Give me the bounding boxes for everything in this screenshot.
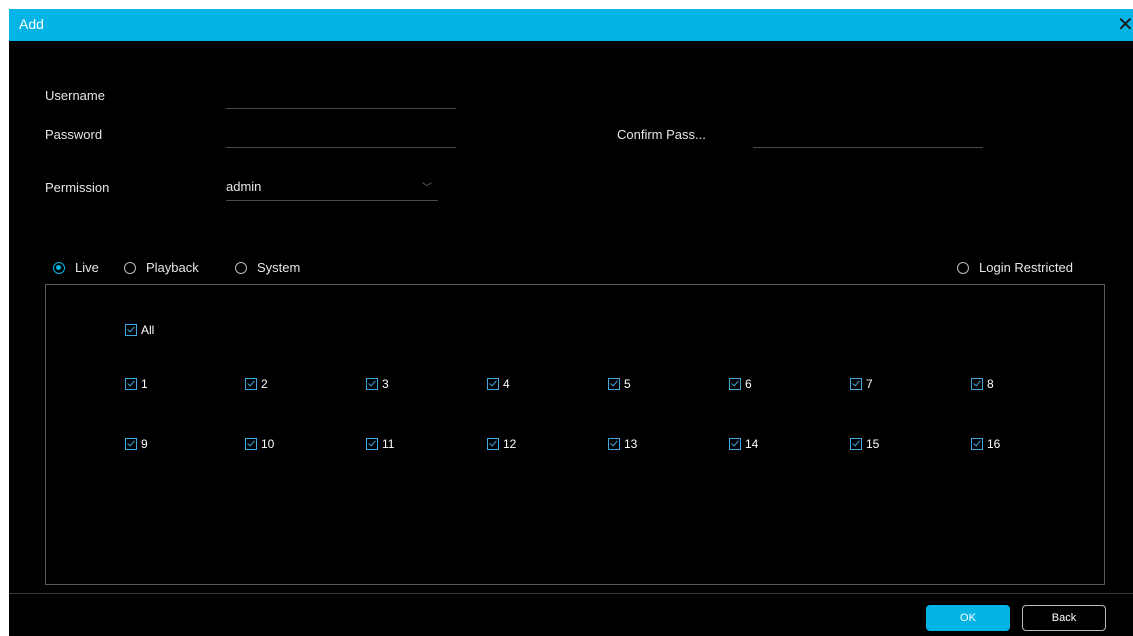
channel-checkbox-2[interactable]: 2 [245,377,268,391]
channel-checkbox-8[interactable]: 8 [971,377,994,391]
dialog-title: Add [19,16,44,32]
password-field[interactable] [226,123,456,148]
radio-selected-icon [53,261,65,274]
password-input[interactable] [226,123,456,147]
checkbox-checked-icon [850,438,862,450]
close-icon[interactable]: ✕ [1117,15,1133,35]
permission-value: admin [226,179,262,194]
confirm-password-input[interactable] [753,123,983,147]
confirm-password-field[interactable] [753,123,983,148]
channel-checkbox-11[interactable]: 11 [366,437,394,451]
confirm-password-label: Confirm Pass... [617,127,706,142]
login-restricted-label: Login Restricted [979,260,1073,275]
channel-checkbox-13[interactable]: 13 [608,437,637,451]
channel-checkbox-10[interactable]: 10 [245,437,274,451]
channel-label: 15 [866,437,880,451]
password-label: Password [45,127,103,142]
window-left-edge [0,0,9,636]
channel-checkbox-3[interactable]: 3 [366,377,389,391]
tab-playback[interactable]: Playback [124,260,199,275]
channel-label: 3 [382,377,389,391]
channel-label: 5 [624,377,631,391]
channel-label: 8 [987,377,994,391]
channel-label: 9 [141,437,148,451]
checkbox-checked-icon [850,378,862,390]
permission-label: Permission [45,180,110,195]
back-button[interactable]: Back [1022,605,1106,631]
channel-checkbox-7[interactable]: 7 [850,377,873,391]
channel-label: 4 [503,377,510,391]
channel-checkbox-14[interactable]: 14 [729,437,758,451]
window-top-edge [0,0,1133,9]
checkbox-checked-icon [366,378,378,390]
login-restricted-radio[interactable]: Login Restricted [957,260,1073,275]
channel-checkbox-4[interactable]: 4 [487,377,510,391]
checkbox-checked-icon [729,378,741,390]
channel-label: 11 [382,437,395,451]
ok-button[interactable]: OK [926,605,1010,631]
channel-label: 10 [261,437,275,451]
channel-all-checkbox[interactable]: All [125,323,154,337]
channel-label: 16 [987,437,1001,451]
channel-label: 12 [503,437,517,451]
channel-label: 1 [141,377,148,391]
channel-checkbox-1[interactable]: 1 [125,377,148,391]
checkbox-checked-icon [245,378,257,390]
channel-checkbox-12[interactable]: 12 [487,437,516,451]
channel-label: 7 [866,377,873,391]
channel-checkbox-5[interactable]: 5 [608,377,631,391]
checkbox-checked-icon [366,438,378,450]
tab-system[interactable]: System [235,260,300,275]
checkbox-checked-icon [245,438,257,450]
checkbox-checked-icon [729,438,741,450]
channel-label: 13 [624,437,638,451]
permission-select[interactable]: admin ﹀ [226,176,438,201]
checkbox-checked-icon [487,378,499,390]
channel-checkbox-16[interactable]: 16 [971,437,1000,451]
checkbox-checked-icon [125,324,137,336]
tab-playback-label: Playback [146,260,199,275]
tab-live-label: Live [75,260,99,275]
footer-divider [9,593,1133,594]
username-input[interactable] [226,84,456,108]
checkbox-checked-icon [487,438,499,450]
dialog-titlebar: Add ✕ [9,9,1133,41]
channel-checkbox-9[interactable]: 9 [125,437,148,451]
checkbox-checked-icon [971,438,983,450]
channel-all-label: All [141,323,155,337]
checkbox-checked-icon [971,378,983,390]
tab-system-label: System [257,260,301,275]
channel-checkbox-15[interactable]: 15 [850,437,879,451]
channel-panel [45,284,1105,585]
checkbox-checked-icon [125,438,137,450]
chevron-down-icon: ﹀ [422,183,432,194]
radio-icon [235,261,247,274]
username-label: Username [45,88,105,103]
channel-checkbox-6[interactable]: 6 [729,377,752,391]
tab-live[interactable]: Live [53,260,99,275]
radio-icon [957,261,969,274]
radio-icon [124,261,136,274]
checkbox-checked-icon [125,378,137,390]
channel-label: 2 [261,377,268,391]
username-field[interactable] [226,84,456,109]
channel-label: 14 [745,437,759,451]
channel-label: 6 [745,377,752,391]
checkbox-checked-icon [608,438,620,450]
checkbox-checked-icon [608,378,620,390]
